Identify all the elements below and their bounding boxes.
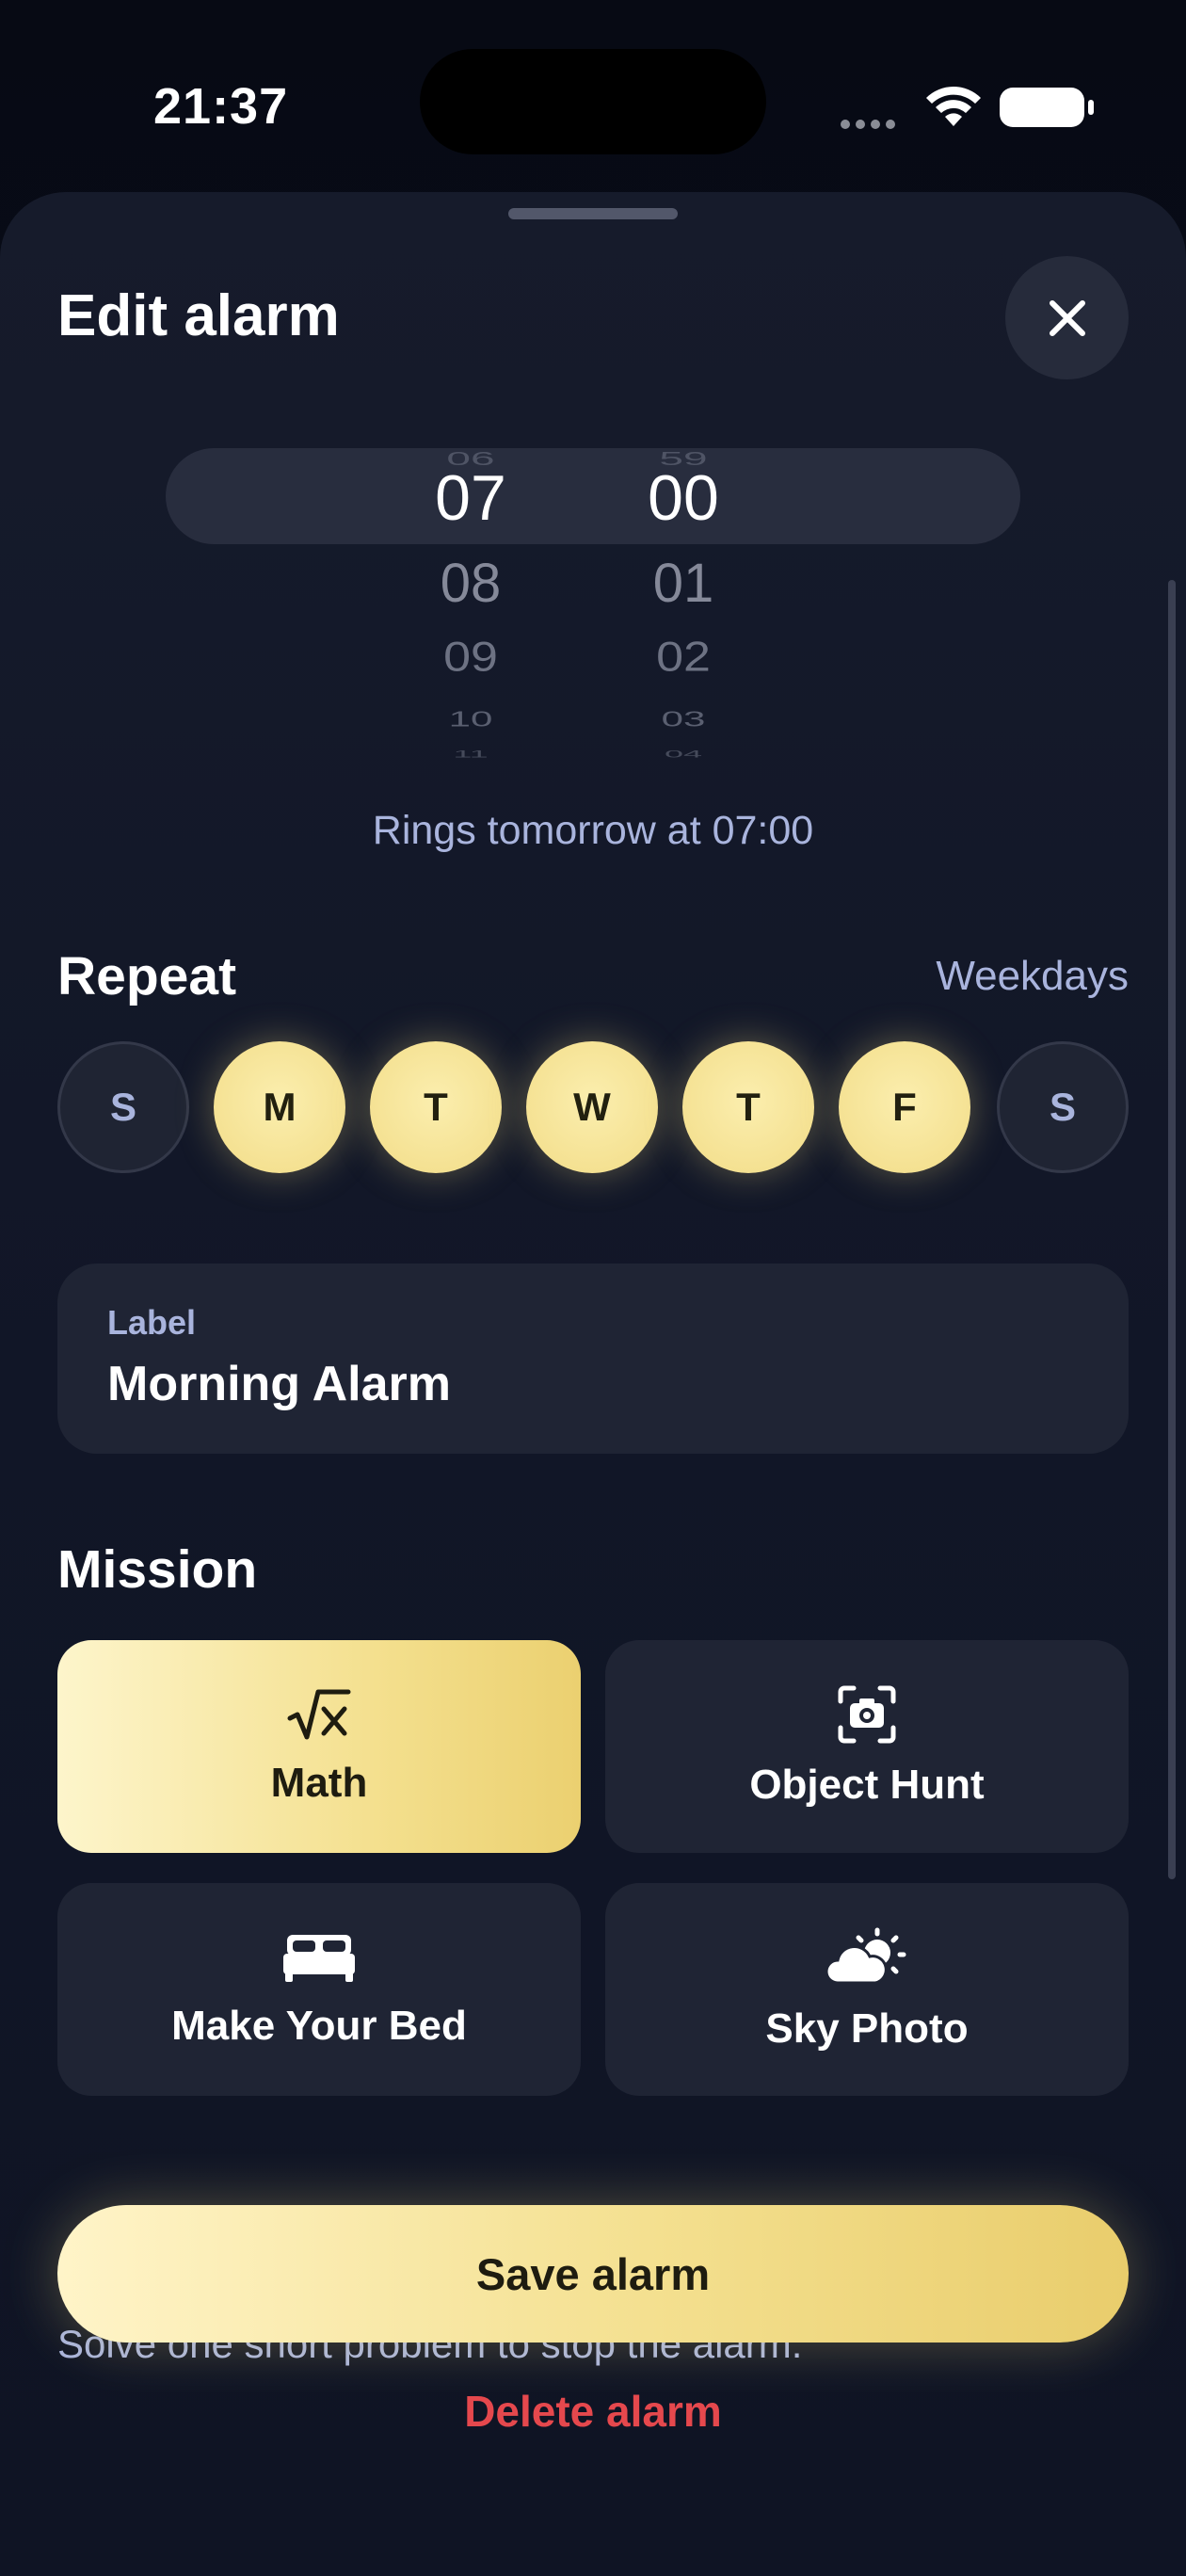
repeat-heading: Repeat <box>57 946 237 1006</box>
minute-selected: 00 <box>648 462 719 534</box>
bed-icon <box>283 1935 355 1982</box>
mission-option-label: Make Your Bed <box>171 2003 467 2049</box>
sheet-grabber[interactable] <box>508 208 678 219</box>
sun-cloud-icon <box>825 1927 906 1985</box>
picker-selection-band <box>166 448 1020 544</box>
status-time: 21:37 <box>153 78 289 135</box>
hour-selected: 07 <box>435 462 506 534</box>
mission-option-label: Object Hunt <box>749 1762 985 1808</box>
day-toggle-friday[interactable]: F <box>839 1041 970 1173</box>
day-toggle-wednesday[interactable]: W <box>526 1041 658 1173</box>
minute-option: 01 <box>652 553 714 614</box>
hour-option: 10 <box>448 706 493 732</box>
label-caption: Label <box>107 1303 197 1342</box>
day-toggle-thursday[interactable]: T <box>682 1041 814 1173</box>
mission-option-math[interactable]: Math <box>57 1640 581 1853</box>
edit-alarm-sheet: Edit alarm 06 07 08 09 10 11 59 00 01 02… <box>0 192 1186 2576</box>
day-toggle-monday[interactable]: M <box>214 1041 345 1173</box>
mission-option-sky-photo[interactable]: Sky Photo <box>605 1883 1129 2096</box>
dynamic-island <box>420 49 766 154</box>
delete-alarm-button[interactable]: Delete alarm <box>0 2386 1186 2437</box>
repeat-summary: Weekdays <box>936 953 1129 999</box>
mission-option-label: Sky Photo <box>765 2005 969 2052</box>
hour-option: 11 <box>453 748 489 760</box>
minute-option: 02 <box>656 634 711 681</box>
minute-option: 03 <box>661 706 706 732</box>
battery-icon <box>1000 88 1094 127</box>
label-field[interactable]: Label Morning Alarm <box>57 1264 1129 1454</box>
hour-option: 09 <box>443 634 498 681</box>
hour-option: 08 <box>440 553 502 614</box>
square-root-icon <box>287 1689 351 1740</box>
label-value[interactable]: Morning Alarm <box>107 1356 451 1412</box>
close-button[interactable] <box>1005 256 1129 379</box>
day-toggle-saturday[interactable]: S <box>997 1041 1129 1173</box>
scrollbar[interactable] <box>1168 580 1176 1879</box>
mission-option-object-hunt[interactable]: Object Hunt <box>605 1640 1129 1853</box>
mission-option-make-your-bed[interactable]: Make Your Bed <box>57 1883 581 2096</box>
day-toggle-tuesday[interactable]: T <box>370 1041 502 1173</box>
camera-scan-icon <box>838 1685 896 1744</box>
mission-heading: Mission <box>57 1539 258 1600</box>
wifi-icon <box>926 86 981 126</box>
cellular-signal-icon <box>841 117 901 134</box>
mission-option-label: Math <box>270 1760 368 1806</box>
sheet-title: Edit alarm <box>57 283 340 348</box>
close-icon <box>1049 299 1085 336</box>
minute-option: 04 <box>664 748 703 760</box>
day-toggle-sunday[interactable]: S <box>57 1041 189 1173</box>
rings-info: Rings tomorrow at 07:00 <box>372 808 814 853</box>
save-alarm-button[interactable]: Save alarm <box>57 2205 1129 2343</box>
